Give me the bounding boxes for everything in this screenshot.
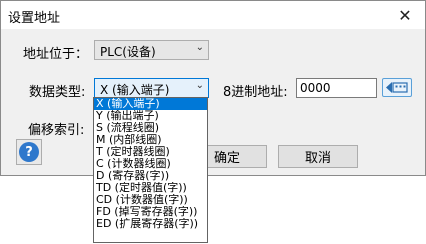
chevron-down-icon: ⌄: [195, 80, 204, 91]
close-icon[interactable]: ✕: [385, 1, 425, 29]
dropdown-item-x[interactable]: X (输入端子): [94, 98, 207, 110]
dropdown-item-m[interactable]: M (内部线圈): [94, 134, 207, 146]
help-icon: ?: [19, 142, 39, 162]
dropdown-item-cd[interactable]: CD (计数器值(字)): [94, 194, 207, 206]
address-field[interactable]: [296, 78, 377, 98]
dropdown-item-c[interactable]: C (计数器线圈): [94, 158, 207, 170]
dropdown-item-s[interactable]: S (流程线圈): [94, 122, 207, 134]
location-label: 地址位于：: [23, 47, 89, 62]
keypad-icon: [386, 82, 408, 93]
title-bar: 设置地址 ✕: [1, 1, 425, 29]
datatype-value: X (输入端子): [100, 83, 170, 97]
datatype-select[interactable]: X (输入端子) ⌄: [94, 78, 209, 98]
dialog-title: 设置地址: [8, 11, 61, 26]
dropdown-item-td[interactable]: TD (定时器值(字)): [94, 182, 207, 194]
help-button[interactable]: ?: [16, 139, 42, 165]
address-label: 8进制地址:: [223, 85, 288, 100]
cancel-button[interactable]: 取消: [278, 145, 358, 168]
dropdown-item-t[interactable]: T (定时器线圈): [94, 146, 207, 158]
datatype-dropdown-list: X (输入端子) Y (输出端子) S (流程线圈) M (内部线圈) T (定…: [93, 97, 208, 243]
dropdown-item-y[interactable]: Y (输出端子): [94, 110, 207, 122]
datatype-label: 数据类型:: [29, 85, 86, 100]
offset-label: 偏移索引:: [28, 123, 85, 138]
set-address-dialog: 设置地址 ✕ 地址位于： PLC(设备) ⌄ 数据类型: X (输入端子) ⌄ …: [0, 0, 426, 176]
chevron-down-icon: ⌄: [195, 42, 204, 53]
dropdown-item-d[interactable]: D (寄存器(字)): [94, 170, 207, 182]
location-value: PLC(设备): [100, 45, 156, 59]
dropdown-item-fd[interactable]: FD (掉写寄存器(字)): [94, 206, 207, 218]
dropdown-item-ed[interactable]: ED (扩展寄存器(字)): [94, 218, 207, 230]
location-select[interactable]: PLC(设备) ⌄: [94, 40, 209, 60]
keypad-button[interactable]: [382, 78, 412, 97]
address-input[interactable]: [297, 79, 376, 97]
